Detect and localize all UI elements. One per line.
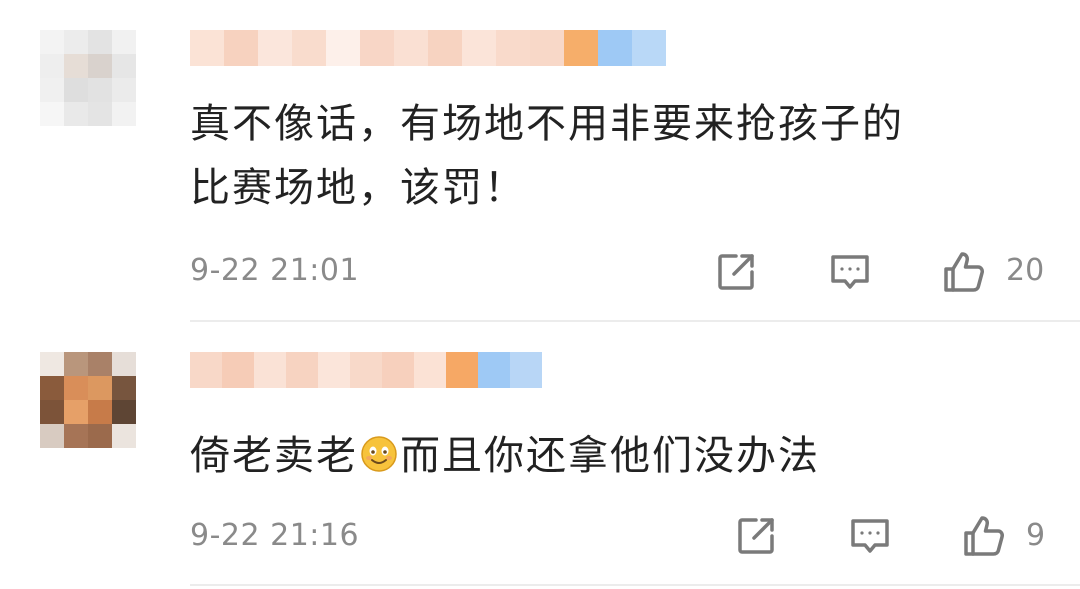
username[interactable] (190, 352, 542, 388)
share-icon[interactable] (712, 248, 760, 296)
comment-text-segment: 倚老卖老 (190, 433, 358, 479)
comment-text: 真不像话，有场地不用非要来抢孩子的 比赛场地，该罚！ (190, 92, 904, 220)
username[interactable] (190, 30, 666, 66)
comment-list: 真不像话，有场地不用非要来抢孩子的 比赛场地，该罚！ 9-22 21:01 20… (0, 0, 1080, 589)
like-count: 9 (1026, 518, 1046, 553)
comment-timestamp: 9-22 21:01 (190, 253, 360, 288)
like-count: 20 (1006, 253, 1045, 288)
divider (190, 584, 1080, 586)
comment-text: 倚老卖老 而且你还拿他们没办法 (190, 424, 820, 488)
comment-item: 倚老卖老 而且你还拿他们没办法 9-22 21:16 9 (0, 322, 1080, 589)
avatar[interactable] (40, 30, 136, 126)
comment-text-line: 比赛场地，该罚！ (190, 165, 526, 211)
share-icon[interactable] (732, 512, 780, 560)
thumbs-up-icon[interactable] (940, 248, 988, 296)
comment-text-line: 真不像话，有场地不用非要来抢孩子的 (190, 101, 904, 147)
comment-item: 真不像话，有场地不用非要来抢孩子的 比赛场地，该罚！ 9-22 21:01 20 (0, 0, 1080, 322)
comment-icon[interactable] (846, 512, 894, 560)
smiling-face-emoji-icon (360, 428, 398, 472)
comment-timestamp: 9-22 21:16 (190, 518, 360, 553)
comment-text-segment: 而且你还拿他们没办法 (400, 433, 820, 479)
avatar[interactable] (40, 352, 136, 448)
comment-icon[interactable] (826, 248, 874, 296)
thumbs-up-icon[interactable] (960, 512, 1008, 560)
